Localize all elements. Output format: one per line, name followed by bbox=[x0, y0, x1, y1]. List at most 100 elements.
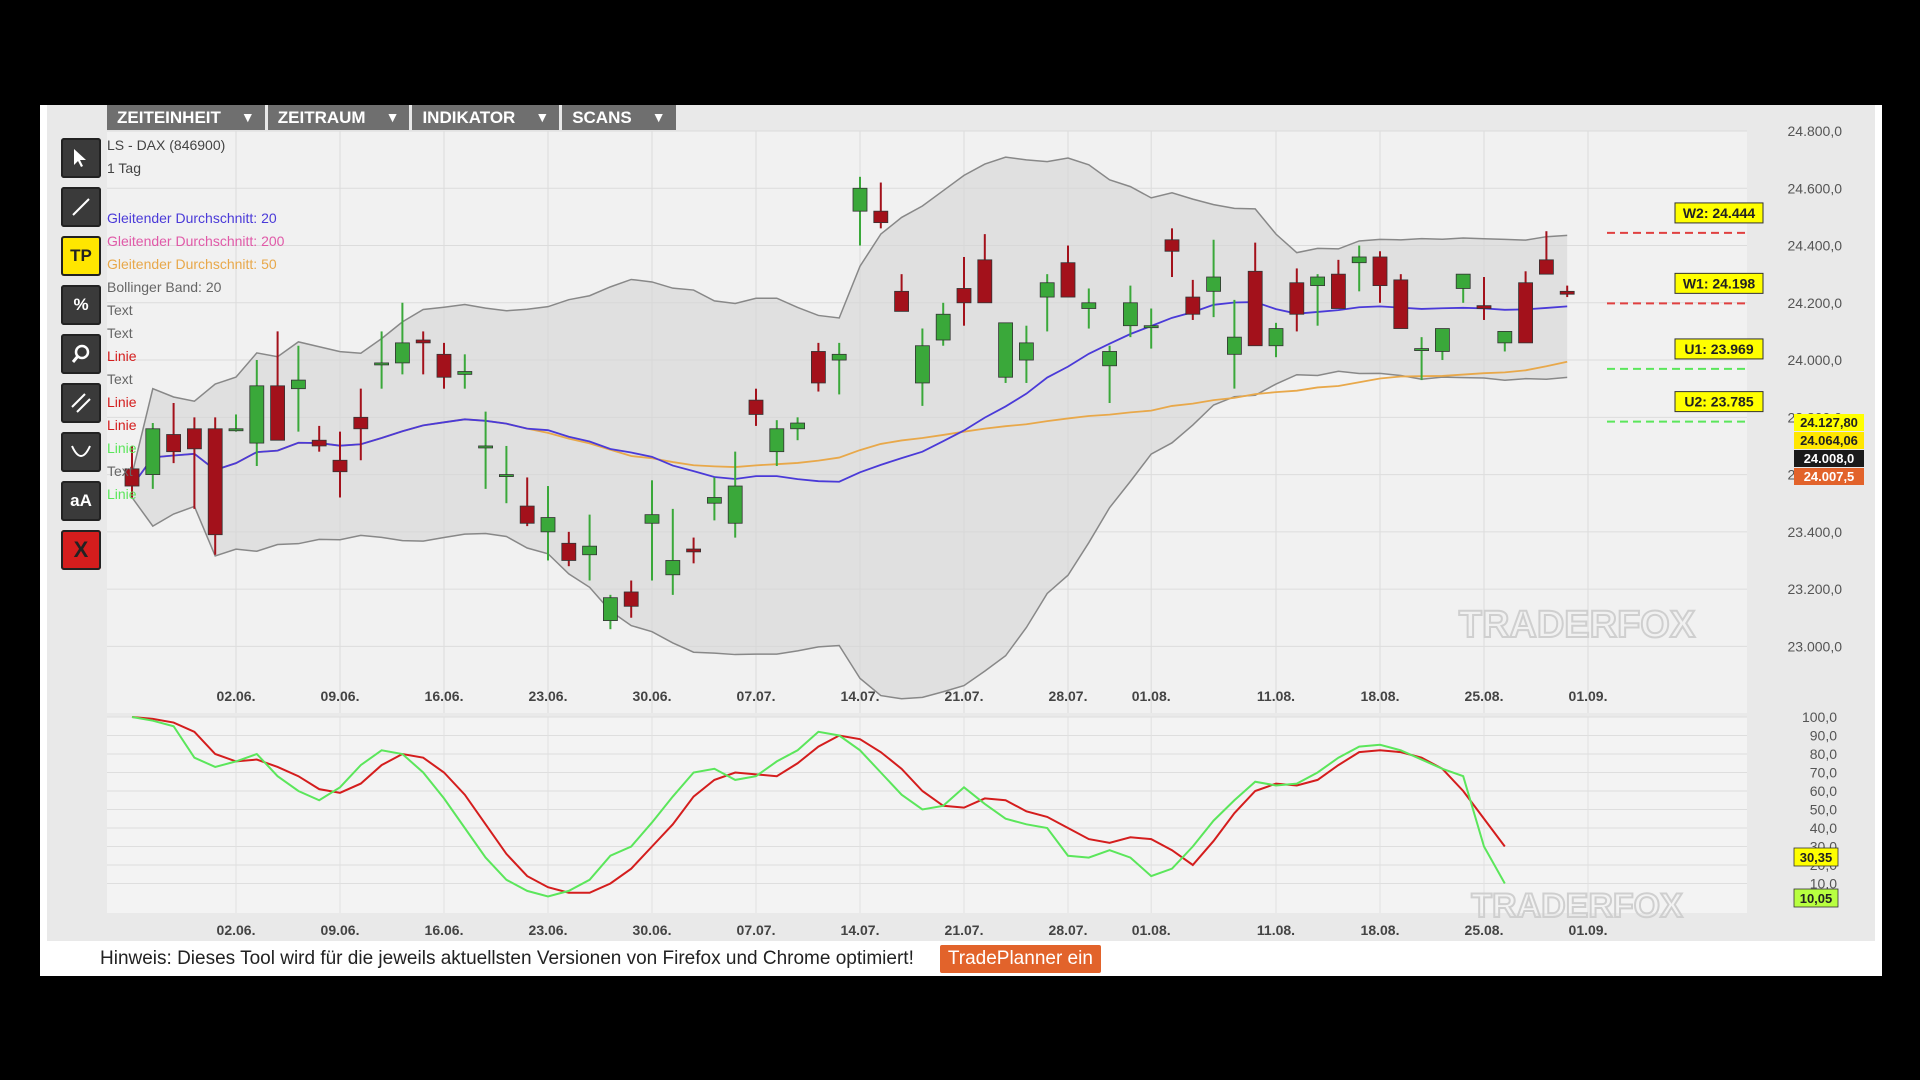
legend-entry: Gleitender Durchschnitt: 200 bbox=[107, 233, 285, 249]
price-tag: 24.127,80 bbox=[1794, 414, 1864, 431]
chevron-down-icon: ▼ bbox=[535, 109, 550, 125]
candle-body bbox=[311, 439, 327, 447]
candle-body bbox=[1164, 239, 1180, 252]
legend-entry: Linie bbox=[107, 417, 137, 433]
oscillator-date-label: 23.06. bbox=[529, 922, 568, 938]
level-label-text: U2: 23.785 bbox=[1684, 394, 1753, 410]
candle-body bbox=[436, 353, 452, 378]
candle-body bbox=[998, 322, 1013, 378]
pointer-tool-icon[interactable] bbox=[61, 138, 101, 178]
candle-body bbox=[1435, 328, 1450, 352]
candle-body bbox=[1310, 276, 1325, 287]
price-tag: 24.007,5 bbox=[1794, 468, 1864, 485]
chart-frame: 24.800,0 24.600,0 24.400,0 24.200,0 24.000,0… bbox=[47, 105, 1875, 941]
menu-scans[interactable]: SCANS ▼ bbox=[562, 105, 676, 130]
candle-body bbox=[769, 428, 785, 453]
candle-body bbox=[1102, 351, 1117, 367]
candle-body bbox=[394, 342, 410, 364]
menu-indikator[interactable]: INDIKATOR ▼ bbox=[412, 105, 560, 130]
candle-body bbox=[228, 428, 244, 432]
level-label: U2: 23.785 bbox=[1674, 391, 1764, 413]
legend-entry: Gleitender Durchschnitt: 20 bbox=[107, 210, 277, 226]
oscillator-value-text: 30,35 bbox=[1800, 850, 1833, 865]
candle-body bbox=[603, 597, 618, 621]
oscillator-date-label: 11.08. bbox=[1257, 922, 1295, 938]
candle bbox=[998, 322, 1013, 383]
legend-entry: Linie bbox=[107, 348, 137, 364]
curve-tool-icon[interactable] bbox=[61, 432, 101, 472]
menu-zeiteinheit[interactable]: ZEITEINHEIT ▼ bbox=[107, 105, 265, 130]
candle-body bbox=[166, 434, 181, 453]
traderfox-watermark-oscillator: TRADERFOX bbox=[1471, 887, 1683, 925]
legend-entry: Text bbox=[107, 371, 133, 387]
candle-body bbox=[915, 345, 930, 384]
candle-body bbox=[498, 474, 514, 477]
oscillator-date-label: 16.06. bbox=[425, 922, 464, 938]
chevron-down-icon: ▼ bbox=[385, 109, 400, 125]
oscillator-tick-label: 100,0 bbox=[1802, 709, 1837, 725]
zoom-tool-icon[interactable] bbox=[61, 334, 101, 374]
legend-entry: Linie bbox=[107, 486, 137, 502]
level-label-text: W2: 24.444 bbox=[1683, 205, 1756, 221]
candle-body bbox=[1351, 256, 1367, 264]
oscillator-date-label: 14.07. bbox=[841, 922, 880, 938]
legend-entry: Linie bbox=[107, 440, 137, 456]
date-tick-label: 28.07. bbox=[1049, 688, 1088, 704]
browser-hint-text: Hinweis: Dieses Tool wird für die jeweil… bbox=[100, 947, 914, 969]
oscillator-date-label: 02.06. bbox=[217, 922, 256, 938]
date-tick-label: 11.08. bbox=[1257, 688, 1295, 704]
app-window: 24.800,0 24.600,0 24.400,0 24.200,0 24.000,0… bbox=[40, 105, 1882, 976]
candle-body bbox=[582, 545, 597, 556]
candle-body bbox=[1289, 282, 1305, 315]
date-tick-label: 18.08. bbox=[1361, 688, 1400, 704]
date-tick-label: 16.06. bbox=[425, 688, 464, 704]
level-label-text: W1: 24.198 bbox=[1683, 275, 1756, 291]
legend-entry: Linie bbox=[107, 394, 137, 410]
oscillator-date-label: 30.06. bbox=[633, 922, 672, 938]
candle-body bbox=[935, 313, 951, 341]
candle-body bbox=[1331, 273, 1346, 309]
candle-body bbox=[1268, 328, 1284, 347]
oscillator-date-label: 01.08. bbox=[1132, 922, 1171, 938]
candle-body bbox=[478, 445, 494, 449]
delete-tool-button[interactable]: X bbox=[61, 530, 101, 570]
menu-zeitraum[interactable]: ZEITRAUM ▼ bbox=[267, 105, 410, 130]
price-tick-label: 24.800,0 bbox=[1788, 123, 1843, 139]
oscillator-date-label: 09.06. bbox=[321, 922, 360, 938]
drawing-toolbar: TP % aA X bbox=[61, 138, 103, 579]
date-tick-label: 09.06. bbox=[321, 688, 360, 704]
candle-body bbox=[1393, 279, 1409, 329]
price-tick-label: 23.200,0 bbox=[1788, 581, 1843, 597]
menu-bar: ZEITEINHEIT ▼ ZEITRAUM ▼ INDIKATOR ▼ SCANS ▼ bbox=[107, 105, 676, 131]
oscillator-date-label: 28.07. bbox=[1049, 922, 1088, 938]
tradeplanner-button[interactable]: TradePlanner ein bbox=[939, 944, 1101, 973]
parallel-lines-tool-icon[interactable] bbox=[61, 383, 101, 423]
legend-entry: Text bbox=[107, 463, 133, 479]
percent-tool-icon[interactable]: % bbox=[61, 285, 101, 325]
date-tick-label: 02.06. bbox=[217, 688, 256, 704]
candle-body bbox=[249, 385, 265, 444]
candle-body bbox=[1185, 296, 1201, 315]
price-tag-text: 24.064,06 bbox=[1800, 433, 1858, 448]
price-tag-text: 24.008,0 bbox=[1804, 451, 1855, 466]
level-label: W1: 24.198 bbox=[1674, 272, 1764, 294]
price-tick-label: 23.000,0 bbox=[1788, 638, 1843, 654]
candle-body bbox=[894, 290, 909, 312]
candle-body bbox=[1414, 348, 1429, 352]
legend-entry: Text bbox=[107, 302, 133, 318]
text-tool-button[interactable]: aA bbox=[61, 481, 101, 521]
candle-body bbox=[145, 428, 161, 475]
candle-body bbox=[332, 459, 348, 473]
chart-canvas[interactable]: 24.800,0 24.600,0 24.400,0 24.200,0 24.000,0… bbox=[47, 105, 1875, 941]
candle-body bbox=[457, 371, 473, 375]
oscillator-tick-label: 40,0 bbox=[1810, 820, 1837, 836]
tradeplanner-tool-button[interactable]: TP bbox=[61, 236, 101, 276]
traderfox-watermark: TRADERFOX bbox=[1459, 604, 1696, 646]
oscillator-tick-label: 90,0 bbox=[1810, 728, 1837, 744]
candle-body bbox=[519, 505, 535, 524]
candle-body bbox=[374, 362, 390, 366]
candle-body bbox=[1559, 290, 1575, 295]
price-tick-label: 23.400,0 bbox=[1788, 524, 1843, 540]
candle-body bbox=[1060, 262, 1076, 298]
line-tool-icon[interactable] bbox=[61, 187, 101, 227]
